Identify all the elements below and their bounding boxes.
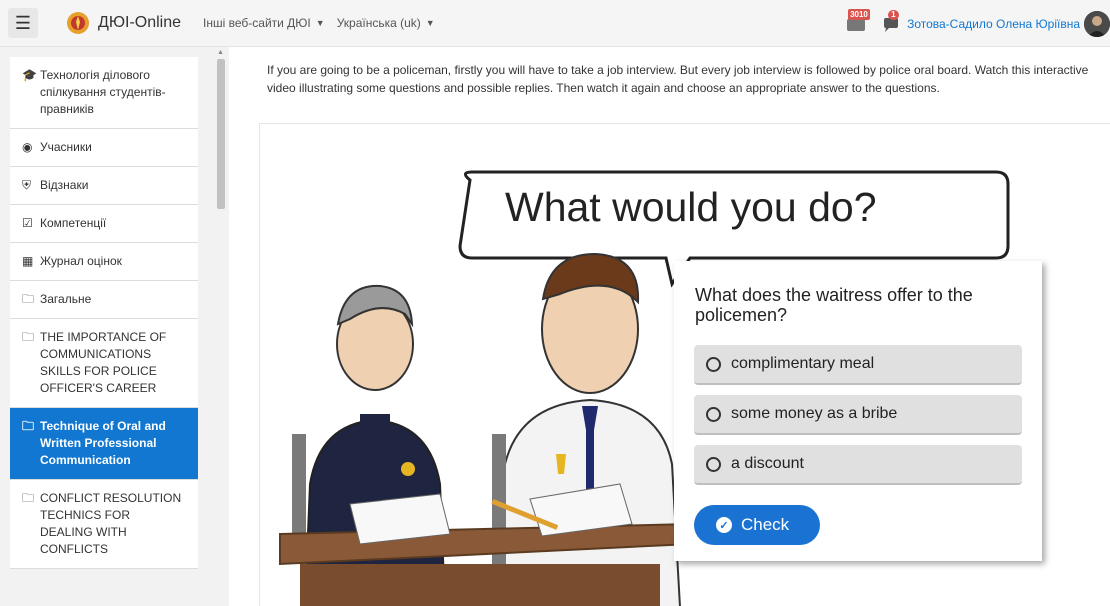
nav-item-label: Відзнаки (40, 178, 89, 192)
nav-section-technique[interactable]: 🗀 Technique of Oral and Written Professi… (10, 408, 198, 480)
nav-participants[interactable]: ◉ Учасники (10, 129, 198, 167)
nav-competencies[interactable]: ☑ Компетенції (10, 205, 198, 243)
top-navbar: ☰ ДЮІ-Online Інші веб-сайти ДЮІ ▼ Україн… (0, 0, 1110, 47)
course-nav-list: 🎓 Технологія ділового спілкування студен… (10, 57, 198, 569)
check-button[interactable]: ✓ Check (694, 505, 820, 545)
quiz-option-1[interactable]: complimentary meal (694, 345, 1022, 385)
scrollbar-thumb[interactable] (217, 59, 225, 209)
nav-section-conflict[interactable]: 🗀 CONFLICT RESOLUTION TECHNICS FOR DEALI… (10, 480, 198, 569)
language-menu[interactable]: Українська (uk) ▼ (337, 16, 435, 30)
folder-icon: 🗀 (22, 419, 35, 433)
user-menu-name[interactable]: Зотова-Садило Олена Юріївна (907, 17, 1080, 31)
drawer-scrollbar[interactable]: ▲ (214, 47, 228, 606)
scroll-up-icon[interactable]: ▲ (217, 49, 224, 56)
other-sites-label: Інші веб-сайти ДЮІ (203, 16, 311, 30)
nav-item-label: THE IMPORTANCE OF COMMUNICATIONS SKILLS … (40, 330, 167, 395)
quiz-option-3[interactable]: a discount (694, 445, 1022, 485)
check-circle-icon: ✓ (716, 517, 732, 533)
check-button-label: Check (741, 515, 790, 534)
checkbox-icon: ☑ (22, 216, 33, 230)
other-sites-menu[interactable]: Інші веб-сайти ДЮІ ▼ (203, 16, 325, 30)
avatar[interactable] (1084, 10, 1110, 37)
main-content: If you are going to be a policeman, firs… (229, 47, 1110, 606)
hamburger-icon: ☰ (14, 12, 32, 33)
nav-grades[interactable]: ▦ Журнал оцінок (10, 243, 198, 281)
shield-icon: ⛨ (22, 178, 32, 192)
nav-item-label: Журнал оцінок (40, 254, 122, 268)
nav-section-general[interactable]: 🗀 Загальне (10, 281, 198, 319)
quiz-option-label: complimentary meal (731, 355, 875, 372)
nav-item-label: CONFLICT RESOLUTION TECHNICS FOR DEALING… (40, 491, 182, 556)
nav-item-label: Technique of Oral and Written Profession… (40, 419, 166, 467)
menu-toggle-button[interactable]: ☰ (8, 8, 38, 38)
quiz-option-label: some money as a bribe (731, 405, 898, 422)
messages-count-badge: 1 (888, 9, 899, 20)
notifications-count-badge: 3010 (848, 8, 870, 20)
radio-icon (706, 456, 721, 472)
quiz-option-2[interactable]: some money as a bribe (694, 395, 1022, 435)
video-bubble-caption: What would you do? (505, 184, 877, 230)
emblem-logo-icon (67, 12, 89, 34)
quiz-panel: What does the waitress offer to the poli… (674, 261, 1042, 561)
interactive-video[interactable]: What would you do? What does the waitres… (259, 123, 1110, 606)
graduation-cap-icon: 🎓 (22, 68, 37, 82)
site-brand[interactable]: ДЮІ-Online (66, 11, 181, 35)
folder-icon: 🗀 (22, 491, 35, 505)
brand-name: ДЮІ-Online (98, 14, 182, 31)
user-photo (1084, 10, 1110, 37)
nav-drawer: 🎓 Технологія ділового спілкування студен… (0, 47, 229, 606)
caret-down-icon: ▼ (315, 18, 325, 28)
quiz-question: What does the waitress offer to the poli… (695, 285, 973, 325)
nav-item-label: Технологія ділового спілкування студенті… (40, 68, 166, 116)
caret-down-icon: ▼ (425, 18, 435, 28)
nav-item-label: Загальне (40, 292, 92, 306)
nav-item-label: Учасники (40, 140, 92, 154)
table-icon: ▦ (22, 254, 34, 268)
messages-button[interactable]: 1 (881, 9, 901, 34)
nav-badges[interactable]: ⛨ Відзнаки (10, 167, 198, 205)
language-label: Українська (uk) (336, 16, 421, 30)
quiz-option-label: a discount (731, 455, 804, 472)
radio-icon (706, 356, 721, 372)
nav-course-home[interactable]: 🎓 Технологія ділового спілкування студен… (10, 57, 198, 129)
folder-icon: 🗀 (22, 292, 35, 306)
notifications-button[interactable]: 3010 (845, 8, 870, 35)
activity-intro-text: If you are going to be a policeman, firs… (267, 63, 1089, 95)
nav-item-label: Компетенції (40, 216, 107, 230)
users-icon: ◉ (22, 140, 33, 154)
nav-section-importance[interactable]: 🗀 THE IMPORTANCE OF COMMUNICATIONS SKILL… (10, 319, 198, 408)
folder-icon: 🗀 (22, 330, 35, 344)
radio-icon (706, 406, 721, 422)
